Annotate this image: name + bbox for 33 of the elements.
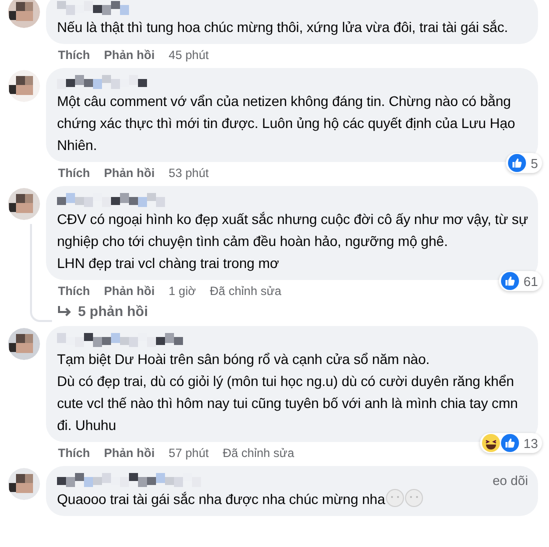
comment-text: Tạm biệt Dư Hoài trên sân bóng rổ và cạnh cửa sổ năm nào. Dù có đẹp trai, dù có giỏi lý (môn tui học ng.u) dù có cười duyên răng khển cute vcl thế nào thì hôm nay tui cũng tuyên bố với anh là mình chia tay cmn đi. Uhuhu <box>57 351 519 433</box>
action-link[interactable]: Phản hồi <box>104 48 155 62</box>
comment-time[interactable]: 57 phút <box>168 446 209 460</box>
reaction-number: 5 <box>530 156 538 170</box>
action-link[interactable]: Thích <box>58 166 90 180</box>
action-link[interactable]: Phản hồi <box>104 284 155 298</box>
action-link[interactable]: Thích <box>58 48 90 62</box>
comment-text: Quaooo trai tài gái sắc nha được nha chúc mừng nha <box>57 491 386 507</box>
reaction-number: 13 <box>524 436 538 450</box>
comment-text: CĐV có ngoại hình ko đẹp xuất sắc nhưng cuộc đời cô ấy như mơ vậy, từ sự nghiệp cho tới chuyện tình cảm đều hoàn hảo, ngưỡng mộ ghê. LHN đẹp trai vcl chàng trai trong mơ <box>57 211 529 271</box>
reply-arrow-icon <box>56 304 72 318</box>
avatar <box>8 328 40 360</box>
edited-label[interactable]: Đã chỉnh sửa <box>222 446 294 460</box>
action-link[interactable]: Phản hồi <box>104 166 155 180</box>
avatar <box>8 468 40 500</box>
laughing-face-icon <box>482 434 500 452</box>
view-replies-link[interactable]: 5 phản hồi <box>56 303 148 319</box>
action-link[interactable]: Thích <box>58 446 90 460</box>
comment-time[interactable]: 45 phút <box>168 48 209 62</box>
avatar <box>8 188 40 220</box>
avatar <box>8 70 40 102</box>
face-emoji-icon <box>386 489 404 507</box>
action-link[interactable]: Thích <box>58 284 90 298</box>
action-link[interactable]: Phản hồi <box>104 446 155 460</box>
comment-time[interactable]: 53 phút <box>168 166 209 180</box>
follow-link[interactable]: eo dõi <box>492 472 528 488</box>
comment-time[interactable]: 1 giờ <box>168 284 196 298</box>
avatar <box>8 0 40 28</box>
comment-text: Nếu là thật thì tung hoa chúc mừng thôi, xứng lửa vừa đôi, trai tài gái sắc. <box>57 19 508 35</box>
comment-text: Một câu comment vớ vẩn của netizen không đáng tin. Chừng nào có bằng chứng xác thực thì mới tin được. Luôn ủng hộ các quyết định của Lưu Hạo Nhiên. <box>57 93 516 153</box>
reaction-number: 61 <box>524 274 538 288</box>
face-emoji-icon <box>405 489 424 507</box>
edited-label[interactable]: Đã chỉnh sửa <box>210 284 282 298</box>
